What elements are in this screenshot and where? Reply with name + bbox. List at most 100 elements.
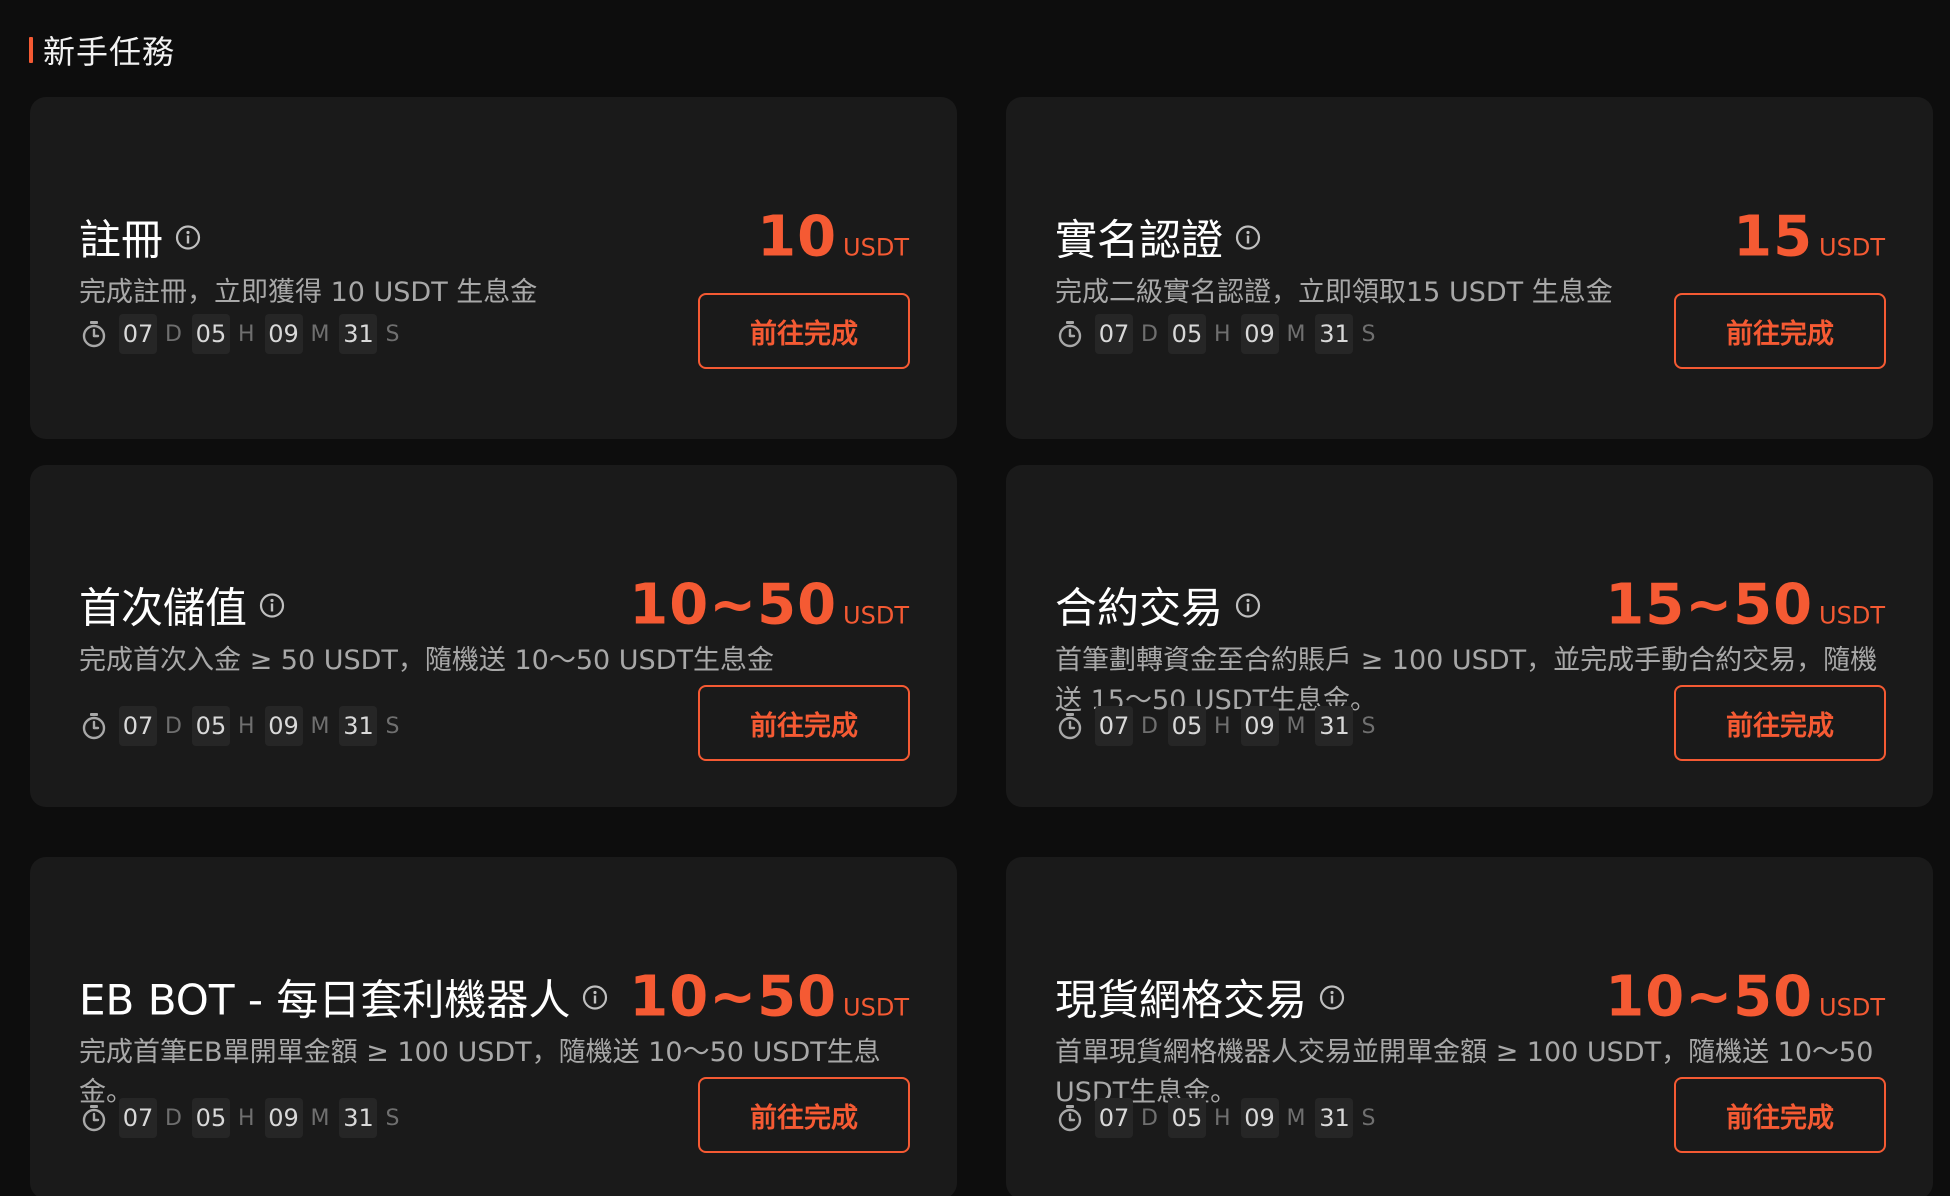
countdown-seconds: 31: [1315, 314, 1354, 354]
info-icon[interactable]: [1319, 984, 1345, 1010]
reward-amount: 10~50: [629, 964, 838, 1030]
countdown-timer: 07 D 05 H 09 M 31 S: [79, 314, 409, 354]
countdown-minutes: 09: [1240, 1098, 1279, 1138]
countdown-days-unit: D: [165, 713, 182, 739]
countdown-timer: 07 D 05 H 09 M 31 S: [79, 1098, 409, 1138]
task-title-wrap: 合約交易: [1055, 575, 1261, 636]
countdown-hours: 05: [1167, 1098, 1206, 1138]
countdown-hours-unit: H: [1213, 321, 1231, 347]
countdown-seconds: 31: [1315, 706, 1354, 746]
countdown-hours: 05: [191, 314, 230, 354]
countdown-hours-unit: H: [1213, 713, 1231, 739]
countdown-timer: 07 D 05 H 09 M 31 S: [1055, 1098, 1385, 1138]
task-card-register: 註冊 10 USDT 完成註冊，立即獲得 10 USDT 生息金 07 D 05…: [30, 97, 957, 439]
countdown-minutes-unit: M: [310, 1105, 330, 1131]
countdown-hours-unit: H: [1213, 1105, 1231, 1131]
countdown-seconds-unit: S: [1361, 321, 1376, 347]
stopwatch-icon: [1055, 319, 1085, 349]
countdown-timer: 07 D 05 H 09 M 31 S: [1055, 314, 1385, 354]
task-title-wrap: 首次儲值: [79, 575, 285, 636]
info-icon[interactable]: [1235, 592, 1261, 618]
go-complete-button[interactable]: 前往完成: [698, 293, 910, 369]
reward: 15 USDT: [1733, 205, 1885, 270]
countdown-seconds-unit: S: [1361, 1105, 1376, 1131]
countdown-days: 07: [119, 706, 157, 746]
section-accent-bar: [29, 37, 33, 63]
countdown-days-unit: D: [1141, 321, 1158, 347]
countdown-seconds-unit: S: [385, 1105, 400, 1131]
countdown-hours-unit: H: [237, 321, 255, 347]
task-title-wrap: 現貨網格交易: [1055, 967, 1345, 1028]
task-card-kyc: 實名認證 15 USDT 完成二級實名認證，立即領取15 USDT 生息金 07…: [1006, 97, 1933, 439]
countdown-hours-unit: H: [237, 713, 255, 739]
task-title: 實名認證: [1055, 215, 1224, 265]
reward-unit: USDT: [843, 601, 909, 630]
countdown-minutes: 09: [264, 706, 303, 746]
stopwatch-icon: [79, 1103, 109, 1133]
task-title: 現貨網格交易: [1055, 975, 1308, 1025]
page: 新手任務 註冊 10 USDT 完成註冊，立即獲得 10 USDT 生息金 07…: [0, 0, 1950, 1196]
reward: 10~50 USDT: [1605, 965, 1885, 1030]
task-description: 完成首次入金 ≥ 50 USDT，隨機送 10～50 USDT生息金: [79, 645, 774, 676]
countdown-seconds: 31: [339, 314, 378, 354]
task-card-spot-grid: 現貨網格交易 10~50 USDT 首單現貨網格機器人交易並開單金額 ≥ 100…: [1006, 857, 1933, 1196]
reward-amount: 15: [1733, 204, 1814, 270]
go-complete-button[interactable]: 前往完成: [698, 1077, 910, 1153]
countdown-minutes-unit: M: [1286, 1105, 1306, 1131]
info-icon[interactable]: [1235, 224, 1261, 250]
task-title-wrap: 實名認證: [1055, 207, 1261, 268]
task-card-eb-bot: EB BOT - 每日套利機器人 10~50 USDT 完成首筆EB單開單金額 …: [30, 857, 957, 1196]
countdown-days-unit: D: [1141, 1105, 1158, 1131]
stopwatch-icon: [1055, 1103, 1085, 1133]
stopwatch-icon: [1055, 711, 1085, 741]
reward-amount: 10~50: [1605, 964, 1814, 1030]
reward-amount: 10: [757, 204, 838, 270]
countdown-seconds-unit: S: [1361, 713, 1376, 739]
countdown-days-unit: D: [165, 321, 182, 347]
countdown-minutes-unit: M: [1286, 713, 1306, 739]
countdown-hours: 05: [191, 706, 230, 746]
task-title-wrap: EB BOT - 每日套利機器人: [79, 967, 608, 1028]
task-title: 註冊: [79, 215, 164, 265]
countdown-timer: 07 D 05 H 09 M 31 S: [1055, 706, 1385, 746]
countdown-seconds: 31: [339, 706, 378, 746]
countdown-seconds-unit: S: [385, 321, 400, 347]
countdown-hours: 05: [1167, 706, 1206, 746]
go-complete-button[interactable]: 前往完成: [1674, 1077, 1886, 1153]
countdown-minutes-unit: M: [1286, 321, 1306, 347]
countdown-days-unit: D: [1141, 713, 1158, 739]
reward: 15~50 USDT: [1605, 573, 1885, 638]
go-complete-button[interactable]: 前往完成: [1674, 685, 1886, 761]
stopwatch-icon: [79, 711, 109, 741]
countdown-hours-unit: H: [237, 1105, 255, 1131]
stopwatch-icon: [79, 319, 109, 349]
task-title: EB BOT - 每日套利機器人: [79, 975, 571, 1025]
info-icon[interactable]: [582, 984, 608, 1010]
task-title: 合約交易: [1055, 583, 1224, 633]
countdown-minutes: 09: [264, 1098, 303, 1138]
reward: 10~50 USDT: [629, 965, 909, 1030]
countdown-days: 07: [1095, 314, 1133, 354]
countdown-days: 07: [1095, 1098, 1133, 1138]
countdown-days-unit: D: [165, 1105, 182, 1131]
section-title: 新手任務: [43, 33, 176, 71]
countdown-minutes: 09: [1240, 706, 1279, 746]
reward: 10~50 USDT: [629, 573, 909, 638]
task-card-first-deposit: 首次儲值 10~50 USDT 完成首次入金 ≥ 50 USDT，隨機送 10～…: [30, 465, 957, 807]
go-complete-button[interactable]: 前往完成: [698, 685, 910, 761]
countdown-days: 07: [119, 1098, 157, 1138]
task-card-futures-trade: 合約交易 15~50 USDT 首筆劃轉資金至合約賬戶 ≥ 100 USDT，並…: [1006, 465, 1933, 807]
section-header: 新手任務: [29, 28, 175, 72]
reward-unit: USDT: [1819, 993, 1885, 1022]
reward-unit: USDT: [1819, 233, 1885, 262]
reward-amount: 10~50: [629, 572, 838, 638]
info-icon[interactable]: [175, 224, 201, 250]
countdown-hours: 05: [1167, 314, 1206, 354]
countdown-minutes-unit: M: [310, 321, 330, 347]
go-complete-button[interactable]: 前往完成: [1674, 293, 1886, 369]
task-title: 首次儲值: [79, 583, 248, 633]
countdown-minutes: 09: [264, 314, 303, 354]
reward-unit: USDT: [843, 233, 909, 262]
countdown-minutes: 09: [1240, 314, 1279, 354]
info-icon[interactable]: [259, 592, 285, 618]
